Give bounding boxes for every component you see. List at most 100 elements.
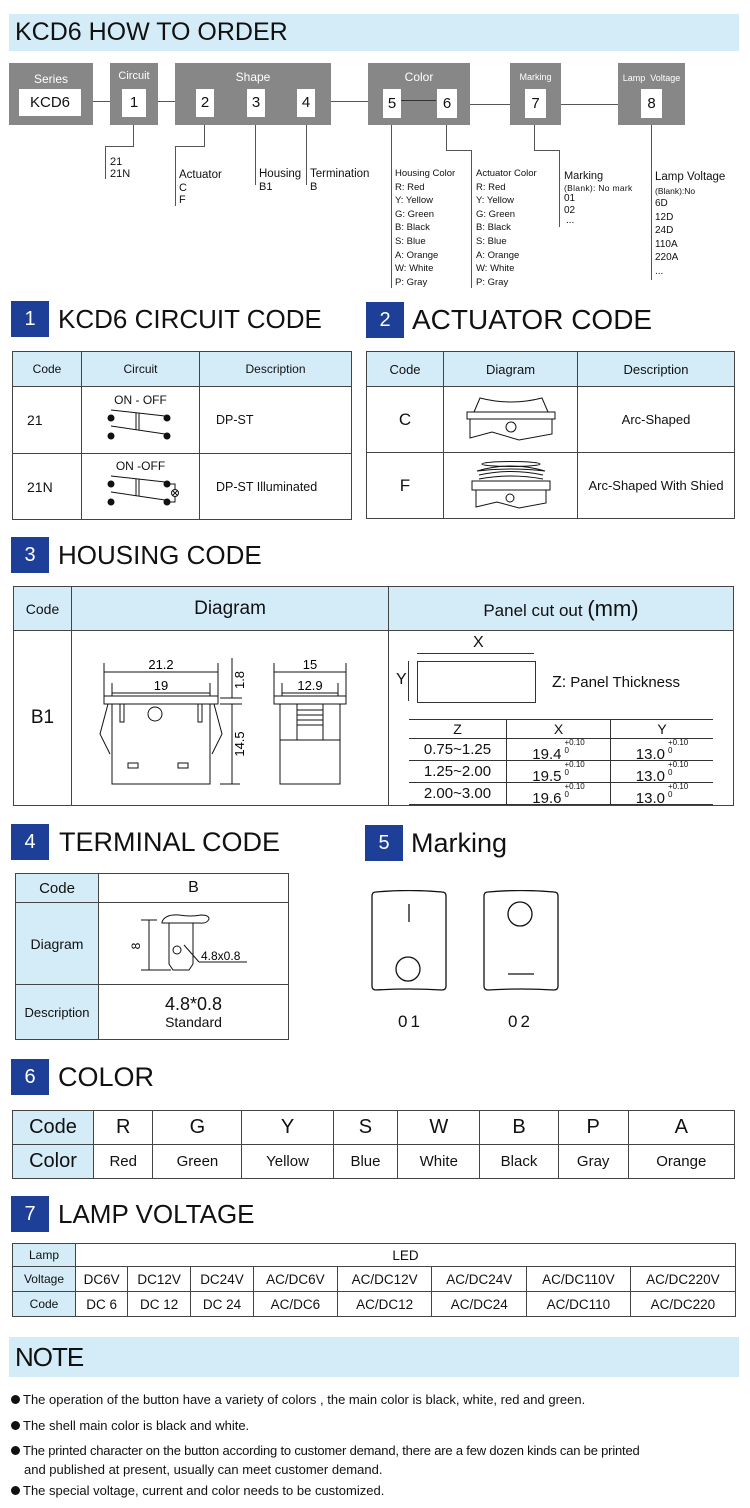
- voltage-value: DC24V: [190, 1266, 254, 1292]
- marking-02-icon: [483, 889, 559, 991]
- note-header: NOTE: [9, 1337, 739, 1377]
- marking-code: 01: [398, 1012, 423, 1031]
- tolerance: +0.10 0: [668, 739, 688, 755]
- circuit-diagram: ON - OFF: [81, 386, 200, 454]
- unit-label: (mm): [587, 595, 639, 621]
- color-code-label: Code: [12, 1110, 94, 1145]
- leader: [204, 125, 205, 146]
- terminal-code-label: Code: [15, 873, 99, 903]
- voltage-code: DC 24: [190, 1291, 254, 1317]
- cutout-z: 0.75~1.25: [409, 739, 507, 760]
- leader: [534, 150, 559, 151]
- marking-01-icon: [371, 889, 447, 991]
- header-circuit: Circuit: [81, 351, 200, 387]
- header-code: Code: [13, 586, 72, 631]
- tolerance: +0.10 0: [668, 761, 688, 777]
- section-number-badge: 4: [11, 824, 49, 860]
- terminal-drawing-icon: 8 4.8x0.8: [129, 914, 247, 971]
- table-row: C Arc-Shaped: [366, 386, 735, 453]
- header-description: Description: [577, 351, 735, 387]
- table-row: 21N ON -OFF DP-ST Illuminated: [12, 453, 352, 520]
- color-slot-5: 5: [383, 89, 401, 118]
- housing-color-option: A: Orange: [395, 249, 439, 261]
- voltage-code: DC 6: [74, 1291, 129, 1317]
- actuator-description: Arc-Shaped With Shied: [577, 452, 735, 519]
- housing-drawing-icon: 21.2 19 1.8 14.5 15 12.9: [99, 657, 347, 785]
- connector: [400, 100, 436, 101]
- color-code: B: [479, 1110, 559, 1145]
- voltage-value: DC12V: [127, 1266, 192, 1292]
- cutout-header-z: Z: [409, 720, 507, 738]
- terminal-height-dim: 8: [129, 942, 143, 949]
- voltage-value: AC/DC12V: [336, 1266, 433, 1292]
- voltage-label: Voltage: [12, 1266, 76, 1292]
- lamp-voltage-title: Lamp Voltage: [655, 171, 726, 183]
- cutout-y-value: 13.0: [635, 790, 665, 807]
- color-slot-6: 6: [437, 89, 457, 118]
- circuit-label: ON - OFF: [114, 392, 167, 407]
- shape-box: Shape 2 3 4: [175, 63, 331, 125]
- color-name: White: [397, 1144, 481, 1179]
- z-text: Panel Thickness: [570, 674, 681, 691]
- note-item: The printed character on the button acco…: [11, 1443, 640, 1458]
- lamp-label: Lamp: [12, 1243, 76, 1267]
- dim-side-outer: 15: [303, 657, 317, 672]
- header-code: Code: [366, 351, 444, 387]
- dim-width-outer: 21.2: [148, 657, 173, 672]
- cutout-y-label: Y: [396, 671, 407, 688]
- housing-color-title: Housing Color: [395, 168, 456, 179]
- actuator-diagram: [443, 452, 578, 519]
- tolerance: +0.10 0: [564, 783, 584, 799]
- lamp-voltage-option: 24D: [655, 225, 674, 237]
- housing-code-table: Code Diagram Panel cut out (mm) B1 21.2 …: [13, 586, 734, 807]
- header-code: Code: [12, 351, 82, 387]
- housing-color-option: Y: Yellow: [395, 195, 434, 207]
- actuator-diagram: [443, 386, 578, 453]
- cutout-header-x: X: [507, 720, 611, 738]
- actuator-color-option: A: Orange: [476, 249, 520, 261]
- cutout-z: 2.00~3.00: [409, 783, 507, 804]
- shape-label: Shape: [235, 70, 271, 84]
- circuit-description: DP-ST: [199, 386, 352, 454]
- actuator-option: F: [179, 194, 186, 206]
- actuator-code-table: Code Diagram Description C Arc-Shaped F: [366, 351, 735, 519]
- color-code: G: [152, 1110, 243, 1145]
- cutout-table: Z X Y 0.75~1.25 19.4+0.10 0 13.0+0.10 0 1.25~…: [409, 719, 713, 807]
- note-item-continued: and published at present, usually can me…: [24, 1462, 382, 1477]
- circuit-option: 21: [110, 156, 123, 168]
- section-title: KCD6 CIRCUIT CODE: [58, 304, 322, 334]
- cutout-row: 2.00~3.00 19.6+0.10 0 13.0+0.10 0: [409, 783, 713, 807]
- connector: [561, 104, 618, 105]
- leader: [306, 125, 307, 185]
- voltage-code: DC 12: [127, 1291, 192, 1317]
- series-label: Series: [33, 72, 68, 86]
- voltage-value: AC/DC6V: [252, 1266, 338, 1292]
- section-title: ACTUATOR CODE: [412, 304, 653, 335]
- series-value: KCD6: [19, 89, 81, 116]
- color-name: Blue: [332, 1144, 399, 1179]
- circuit-option: 21N: [110, 168, 131, 180]
- color-name: Black: [479, 1144, 559, 1179]
- panel-cut-out-label: Panel cut out: [483, 600, 583, 620]
- housing-color-option: G: Green: [395, 208, 435, 220]
- voltage-value: AC/DC220V: [629, 1266, 737, 1292]
- voltage-code: AC/DC110: [526, 1291, 631, 1317]
- termination-title: Termination: [310, 168, 370, 180]
- actuator-code: F: [366, 452, 444, 519]
- color-code: P: [557, 1110, 629, 1145]
- cutout-header-y: Y: [657, 721, 667, 737]
- note-text: The special voltage, current and color n…: [23, 1483, 385, 1498]
- circuit-code: 21: [12, 386, 82, 454]
- tolerance-lower: 0: [667, 790, 673, 799]
- dim-body-height: 14.5: [232, 731, 247, 756]
- panel-thickness-label: Z: Panel Thickness: [552, 674, 680, 692]
- tolerance: +0.10 0: [564, 739, 584, 755]
- actuator-color-option: G: Green: [476, 208, 516, 220]
- cutout-z: 1.25~2.00: [409, 761, 507, 782]
- bullet-icon: [11, 1421, 20, 1430]
- actuator-color-list: Actuator Color R: Red Y: Yellow G: Green…: [476, 167, 537, 289]
- termination-option: B: [310, 181, 318, 193]
- marking-box: Marking 7: [510, 63, 561, 125]
- code-label: Code: [12, 1291, 76, 1317]
- housing-option: B1: [259, 181, 273, 193]
